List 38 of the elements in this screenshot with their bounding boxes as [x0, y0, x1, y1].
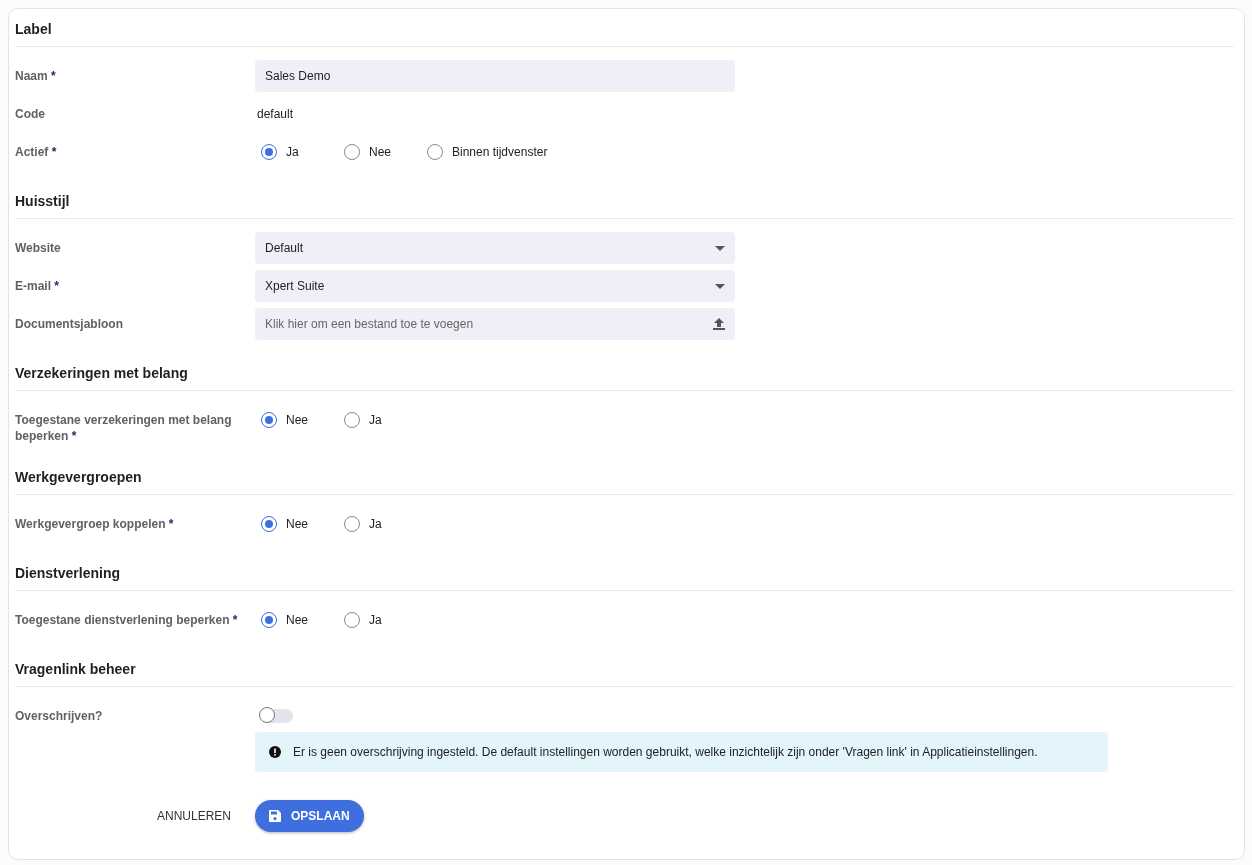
section-title: Verzekeringen met belang	[15, 364, 188, 383]
field-label: Werkgevergroep koppelen *	[15, 516, 175, 533]
radio-option[interactable]: Ja	[344, 516, 427, 532]
radio-option[interactable]: Binnen tijdvenster	[427, 144, 548, 160]
field-label: Overschrijven?	[15, 708, 104, 725]
info-icon	[269, 746, 281, 758]
section-title: Werkgevergroepen	[15, 468, 142, 487]
select-field[interactable]: Xpert Suite	[255, 270, 735, 302]
field-label: Toegestane dienstverlening beperken *	[15, 612, 239, 629]
info-text: Er is geen overschrijving ingesteld. De default instellingen worden gebruikt, welke inzichtelijk zijn onder 'Vragen link' in Applicatieinstellingen.	[293, 745, 1038, 759]
field-label: Toegestane verzekeringen met belang beperken *	[15, 412, 233, 444]
code-value: default	[256, 106, 295, 123]
cancel-button[interactable]: ANNULEREN	[149, 803, 239, 829]
field-label: Website	[15, 240, 62, 257]
section-title: Huisstijl	[15, 192, 70, 211]
radio-option[interactable]: Nee	[261, 412, 344, 428]
select-field[interactable]: Default	[255, 232, 735, 264]
name-field[interactable]: Sales Demo	[255, 60, 735, 92]
field-label: E-mail *	[15, 278, 61, 295]
caret-icon	[715, 245, 725, 251]
field-label: Naam *	[15, 68, 57, 85]
section-title: Label	[15, 20, 52, 39]
caret-icon	[715, 283, 725, 289]
field-label: Code	[15, 106, 46, 123]
radio-option[interactable]: Ja	[261, 144, 344, 160]
file-upload-field[interactable]: Klik hier om een bestand toe te voegen	[255, 308, 735, 340]
radio-option[interactable]: Ja	[344, 612, 427, 628]
field-label: Actief *	[15, 144, 58, 161]
section-title: Dienstverlening	[15, 564, 121, 583]
upload-icon	[713, 318, 725, 330]
radio-option[interactable]: Nee	[261, 612, 344, 628]
field-label: Documentsjabloon	[15, 316, 124, 333]
radio-option[interactable]: Ja	[344, 412, 427, 428]
section-title: Vragenlink beheer	[15, 660, 136, 679]
toggle-switch[interactable]	[261, 709, 293, 723]
radio-option[interactable]: Nee	[261, 516, 344, 532]
save-button[interactable]: OPSLAAN	[255, 800, 364, 832]
radio-option[interactable]: Nee	[344, 144, 427, 160]
